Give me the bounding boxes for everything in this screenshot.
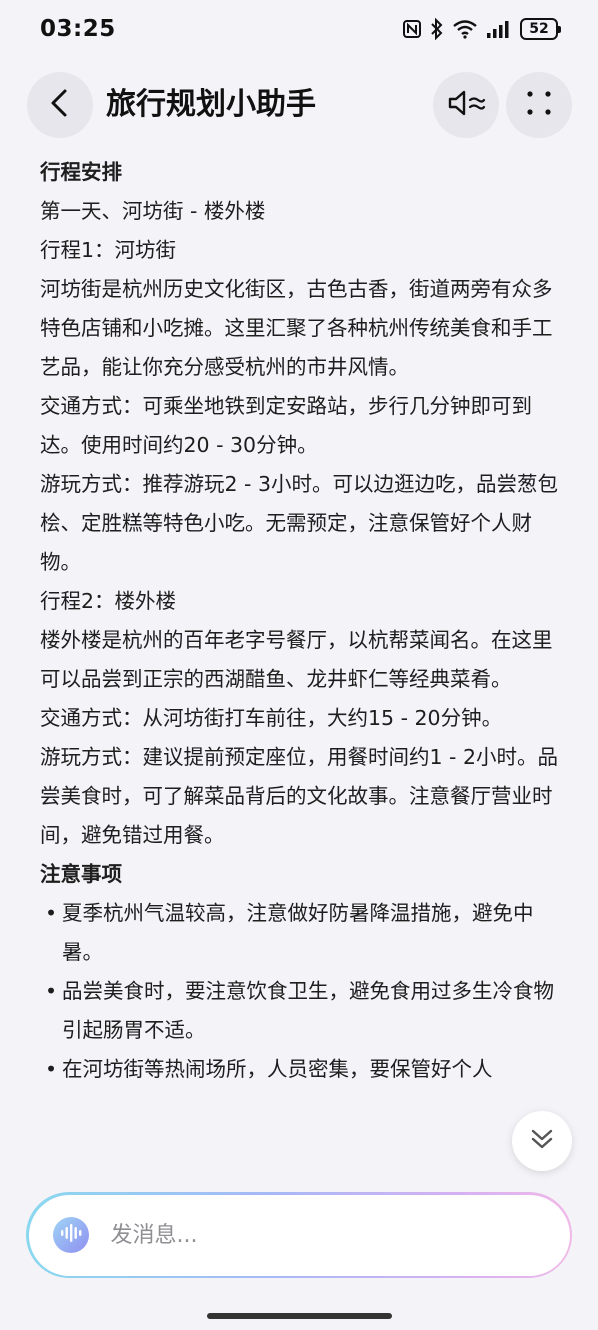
message-input-bar [26, 1192, 572, 1278]
status-icons: 52 [402, 18, 561, 40]
note-item: • 在河坊街等热闹场所，人员密集，要保管好个人 [40, 1050, 560, 1089]
message-input[interactable] [108, 1221, 513, 1249]
section-title-schedule: 行程安排 [40, 160, 122, 184]
section-title-notes: 注意事项 [40, 862, 122, 886]
status-bar: 03:25 52 [0, 0, 598, 62]
wifi-icon [452, 19, 478, 39]
back-arrow-icon [48, 88, 72, 122]
bluetooth-icon [430, 18, 444, 40]
app-screen: 03:25 52 旅行规划小助手 行程安排 第一天、河坊街 - 楼外楼 行程1：… [0, 0, 598, 1330]
back-button[interactable] [27, 72, 93, 138]
item2-title: 行程2：楼外楼 [40, 589, 177, 613]
signal-icon [486, 19, 512, 39]
page-title: 旅行规划小助手 [106, 87, 316, 122]
more-button[interactable] [506, 72, 572, 138]
note-text: 夏季杭州气温较高，注意做好防暑降温措施，避免中暑。 [62, 901, 534, 964]
nfc-icon [402, 19, 422, 39]
bullet-dot: • [44, 901, 58, 925]
item1-description: 河坊街是杭州历史文化街区，古色古香，街道两旁有众多特色店铺和小吃摊。这里汇聚了各… [40, 277, 553, 379]
scroll-down-button[interactable] [512, 1111, 572, 1171]
item2-play: 游玩方式：建议提前预定座位，用餐时间约1 - 2小时。品尝美食时，可了解菜品背后… [40, 745, 559, 847]
more-dots-icon [525, 89, 553, 121]
item1-title: 行程1：河坊街 [40, 238, 177, 262]
home-indicator[interactable] [207, 1313, 392, 1319]
item1-play: 游玩方式：推荐游玩2 - 3小时。可以边逛边吃，品尝葱包桧、定胜糕等特色小吃。无… [40, 472, 559, 574]
day-title: 第一天、河坊街 - 楼外楼 [40, 199, 266, 223]
note-text: 品尝美食时，要注意饮食卫生，避免食用过多生冷食物引起肠胃不适。 [62, 979, 554, 1042]
speaker-icon [446, 88, 486, 122]
status-time: 03:25 [40, 16, 116, 42]
message-input-inner [28, 1194, 570, 1276]
note-item: • 品尝美食时，要注意饮食卫生，避免食用过多生冷食物引起肠胃不适。 [40, 972, 560, 1050]
double-chevron-down-icon [529, 1126, 555, 1156]
bullet-dot: • [44, 979, 58, 1003]
item1-transport: 交通方式：可乘坐地铁到定安路站，步行几分钟即可到达。使用时间约20 - 30分钟… [40, 394, 532, 457]
sound-button[interactable] [433, 72, 499, 138]
note-text: 在河坊街等热闹场所，人员密集，要保管好个人 [62, 1057, 493, 1081]
bullet-dot: • [44, 1057, 58, 1081]
item2-description: 楼外楼是杭州的百年老字号餐厅，以杭帮菜闻名。在这里可以品尝到正宗的西湖醋鱼、龙井… [40, 628, 553, 691]
voice-input-button[interactable] [52, 1217, 89, 1253]
voice-wave-icon [60, 1224, 82, 1246]
item2-transport: 交通方式：从河坊街打车前往，大约15 - 20分钟。 [40, 706, 503, 730]
message-content: 行程安排 第一天、河坊街 - 楼外楼 行程1：河坊街 河坊街是杭州历史文化街区，… [40, 153, 560, 1193]
header: 旅行规划小助手 [0, 72, 598, 138]
battery-icon: 52 [520, 18, 561, 40]
note-item: • 夏季杭州气温较高，注意做好防暑降温措施，避免中暑。 [40, 894, 560, 972]
